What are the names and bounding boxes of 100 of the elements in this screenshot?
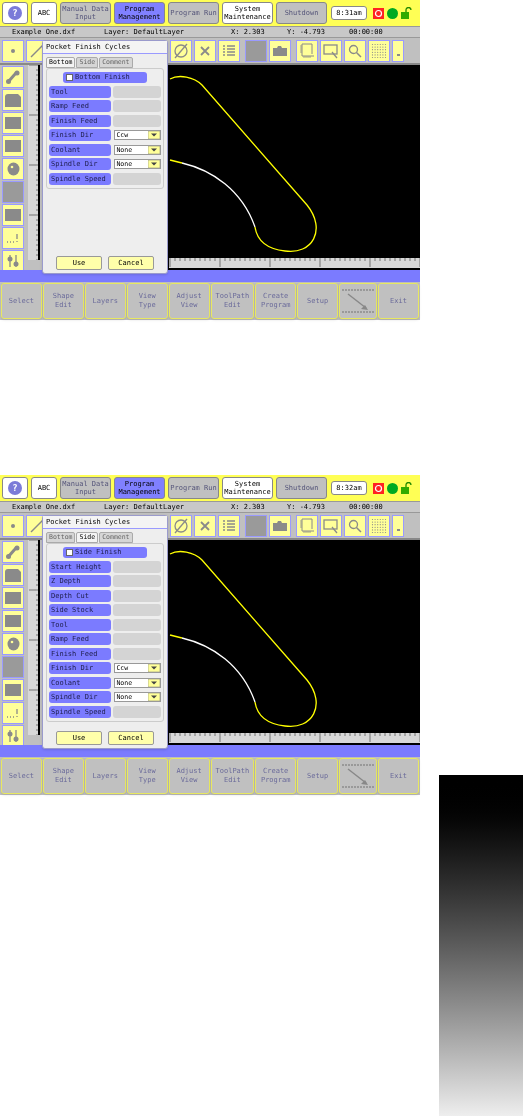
delete-button[interactable] <box>194 39 216 62</box>
icon-button[interactable] <box>339 758 378 794</box>
blob-icon <box>6 162 20 176</box>
x-icon <box>200 45 210 56</box>
list-button[interactable] <box>218 514 240 537</box>
folder-button[interactable] <box>269 39 291 62</box>
tool-button[interactable] <box>2 66 24 88</box>
tool-button[interactable] <box>2 541 24 563</box>
x-icon <box>200 520 210 531</box>
input-field[interactable] <box>113 575 161 587</box>
search-icon <box>348 518 362 533</box>
folder-icon <box>272 44 288 57</box>
circle-slash-icon <box>173 517 189 534</box>
folder-button[interactable] <box>269 514 291 537</box>
caret-icon <box>148 693 160 701</box>
zoom-button[interactable] <box>344 39 366 62</box>
shape-button[interactable] <box>2 135 24 157</box>
sliders-icon <box>6 729 20 743</box>
dot-icon <box>11 523 15 528</box>
shape-button[interactable] <box>2 204 24 226</box>
line-icon <box>30 518 44 533</box>
stop-icon[interactable] <box>373 7 384 19</box>
dots-button[interactable] <box>2 702 24 724</box>
input-field[interactable] <box>113 172 161 185</box>
dots-button[interactable] <box>2 227 24 249</box>
point-tool-button[interactable] <box>2 514 24 537</box>
rectangle-icon <box>5 140 21 152</box>
grid-corner-button[interactable] <box>296 39 318 62</box>
point-tool-button[interactable] <box>2 39 24 62</box>
checkbox[interactable] <box>66 74 73 81</box>
adjust-button[interactable] <box>2 725 24 747</box>
circle-slash-button[interactable] <box>170 39 192 62</box>
wrench-icon <box>6 545 20 559</box>
sliders-icon <box>6 254 20 268</box>
shape-button[interactable] <box>2 610 24 632</box>
search-icon <box>348 43 362 58</box>
status-dot-icon <box>387 7 398 19</box>
grid-corner-icon <box>299 517 315 534</box>
window-select-button[interactable] <box>320 39 342 62</box>
help-button[interactable]: ? <box>2 477 28 499</box>
shape-button[interactable] <box>2 112 24 134</box>
icon-button[interactable] <box>339 283 378 319</box>
input-field[interactable] <box>113 604 161 616</box>
input-field[interactable] <box>113 100 161 112</box>
dot-grid-icon <box>371 517 387 534</box>
rectangle-icon <box>5 117 21 129</box>
shape-button[interactable] <box>2 587 24 609</box>
input-field[interactable] <box>113 705 161 718</box>
fill-button[interactable] <box>245 514 267 537</box>
caret-icon <box>396 53 400 56</box>
rectangle-icon <box>5 592 21 604</box>
grid-button[interactable] <box>368 514 390 537</box>
status-dot-icon <box>387 482 398 494</box>
input-field[interactable] <box>113 114 161 127</box>
list-button[interactable] <box>218 39 240 62</box>
shape-button[interactable] <box>2 679 24 701</box>
rectangle-icon <box>5 615 21 627</box>
dotted-line-icon <box>6 233 20 243</box>
shape-button[interactable] <box>2 633 24 655</box>
caret-icon <box>148 131 160 139</box>
dot-icon <box>11 48 15 53</box>
grid-corner-button[interactable] <box>296 514 318 537</box>
wrench-icon <box>6 70 20 84</box>
circle-slash-button[interactable] <box>170 514 192 537</box>
caret-icon <box>148 678 160 687</box>
stop-icon[interactable] <box>373 482 384 494</box>
diagonal-arrow-icon <box>340 763 377 789</box>
caret-icon <box>148 664 160 672</box>
circle-slash-icon <box>173 42 189 59</box>
dot-grid-icon <box>371 42 387 59</box>
list-icon <box>222 44 236 57</box>
input-field[interactable] <box>113 647 161 660</box>
fill-button[interactable] <box>245 39 267 62</box>
more-button[interactable] <box>392 514 404 537</box>
shape-button[interactable] <box>2 564 24 586</box>
window-select-button[interactable] <box>320 514 342 537</box>
dotted-line-icon <box>6 708 20 718</box>
tab-shape-icon <box>5 568 21 582</box>
select-rect-icon <box>323 517 339 534</box>
input-field[interactable] <box>113 589 161 602</box>
delete-button[interactable] <box>194 514 216 537</box>
input-field[interactable] <box>113 560 161 573</box>
more-button[interactable] <box>392 39 404 62</box>
unlocked-icon[interactable] <box>401 7 412 19</box>
input-field[interactable] <box>113 618 161 631</box>
list-icon <box>222 519 236 532</box>
checkbox[interactable] <box>66 549 73 556</box>
select-rect-icon <box>323 42 339 59</box>
input-field[interactable] <box>113 85 161 98</box>
caret-icon <box>148 145 160 154</box>
shape-button[interactable] <box>2 158 24 180</box>
adjust-button[interactable] <box>2 250 24 272</box>
folder-icon <box>272 519 288 532</box>
input-field[interactable] <box>113 633 161 645</box>
diagonal-arrow-icon <box>340 288 377 314</box>
shape-button[interactable] <box>2 89 24 111</box>
unlocked-icon[interactable] <box>401 482 412 494</box>
grid-button[interactable] <box>368 39 390 62</box>
help-button[interactable]: ? <box>2 2 28 24</box>
zoom-button[interactable] <box>344 514 366 537</box>
